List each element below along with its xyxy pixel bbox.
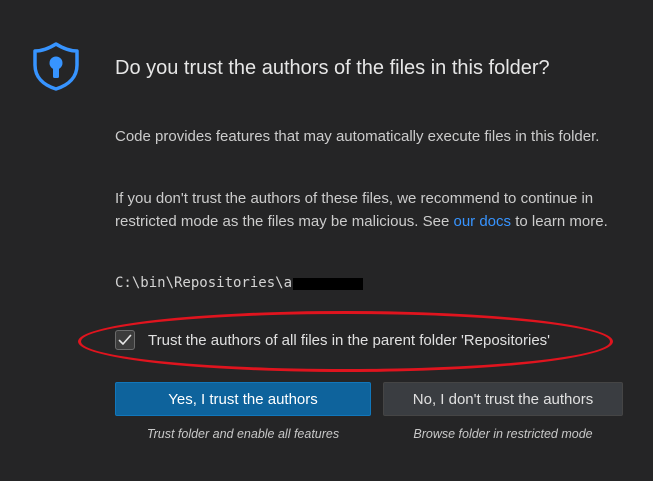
dont-trust-button-subtitle: Browse folder in restricted mode [413, 427, 593, 441]
checkmark-icon [118, 334, 132, 345]
description-paragraph: Code provides features that may automati… [115, 128, 600, 145]
trust-parent-checkbox[interactable] [115, 330, 135, 350]
docs-link[interactable]: our docs [453, 213, 511, 230]
dialog-title: Do you trust the authors of the files in… [115, 57, 550, 79]
warning-paragraph: If you don't trust the authors of these … [115, 188, 625, 233]
trust-parent-checkbox-label[interactable]: Trust the authors of all files in the pa… [148, 332, 550, 349]
workspace-trust-dialog: Do you trust the authors of the files in… [0, 0, 653, 481]
redaction-bar [293, 278, 364, 290]
warning-text-end: to learn more. [511, 212, 608, 230]
trust-authors-button[interactable]: Yes, I trust the authors [115, 382, 371, 416]
shield-lock-icon [33, 42, 79, 91]
trust-button-subtitle: Trust folder and enable all features [146, 427, 340, 441]
trust-parent-checkbox-row[interactable]: Trust the authors of all files in the pa… [115, 330, 550, 350]
dont-trust-authors-button[interactable]: No, I don't trust the authors [383, 382, 623, 416]
folder-path-text: C:\bin\Repositories\a [115, 275, 293, 291]
folder-path: C:\bin\Repositories\a [115, 275, 364, 291]
